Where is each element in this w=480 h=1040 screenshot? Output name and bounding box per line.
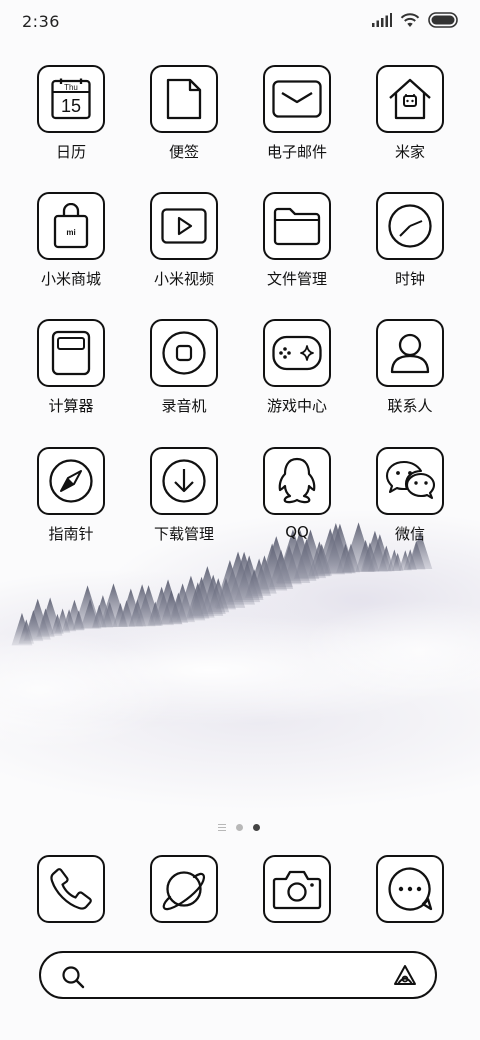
app-contacts[interactable]: 联系人 <box>355 319 465 429</box>
app-label: 电子邮件 <box>266 143 327 161</box>
app-label: 文件管理 <box>266 270 327 288</box>
messages-icon <box>388 867 433 911</box>
gamepad-icon <box>272 335 322 371</box>
app-recorder[interactable]: 录音机 <box>129 319 239 429</box>
app-notes[interactable]: 便签 <box>129 65 239 175</box>
clock-icon <box>388 204 432 248</box>
app-mi-store[interactable]: mi 小米商城 <box>16 192 126 302</box>
page-dot <box>236 824 243 831</box>
folder-icon <box>273 207 321 246</box>
search-icon[interactable] <box>61 965 85 989</box>
dock-camera[interactable] <box>242 855 352 965</box>
app-mi-home[interactable]: 米家 <box>355 65 465 175</box>
recorder-icon <box>162 331 206 375</box>
compass-icon <box>49 459 93 503</box>
app-video[interactable]: 小米视频 <box>129 192 239 302</box>
app-label: QQ <box>285 523 309 541</box>
app-label: 时钟 <box>394 270 425 288</box>
app-compass[interactable]: 指南针 <box>16 447 126 557</box>
email-icon <box>272 80 322 118</box>
app-label: 游戏中心 <box>266 397 327 415</box>
app-label: 下载管理 <box>153 525 214 543</box>
app-label: 计算器 <box>48 397 94 415</box>
dock-phone[interactable] <box>16 855 126 965</box>
video-icon <box>161 208 207 244</box>
app-label: 指南针 <box>48 525 94 543</box>
contacts-icon <box>390 333 430 374</box>
mi-home-icon <box>389 78 431 120</box>
app-label: 联系人 <box>387 397 433 415</box>
app-label: 便签 <box>168 143 199 161</box>
wechat-icon <box>385 460 435 500</box>
browser-icon <box>162 871 205 911</box>
calendar-day: Thu <box>64 83 78 92</box>
page-dot-active <box>253 824 260 831</box>
calculator-icon <box>51 330 91 376</box>
app-game-center[interactable]: 游戏中心 <box>242 319 352 429</box>
list-view-indicator-icon <box>218 824 226 831</box>
wifi-icon <box>400 12 420 27</box>
app-qq[interactable]: QQ <box>242 447 352 557</box>
qq-icon <box>278 457 316 504</box>
status-bar: 2:36 <box>0 0 480 44</box>
app-downloads[interactable]: 下载管理 <box>129 447 239 557</box>
app-label: 日历 <box>55 143 86 161</box>
app-label: 微信 <box>394 525 425 543</box>
app-wechat[interactable]: 微信 <box>355 447 465 557</box>
app-calendar[interactable]: Thu 15 日历 <box>16 65 126 175</box>
notes-icon <box>166 78 202 120</box>
battery-icon <box>428 12 458 28</box>
dock-browser[interactable] <box>129 855 239 965</box>
home-screen: 2:36 Thu 15 日历 便签 电子邮件 米家 mi 小米商城 小米视频 文… <box>0 0 480 1040</box>
app-clock[interactable]: 时钟 <box>355 192 465 302</box>
app-email[interactable]: 电子邮件 <box>242 65 352 175</box>
app-label: 小米商城 <box>40 270 101 288</box>
dock-messages[interactable] <box>355 855 465 965</box>
app-files[interactable]: 文件管理 <box>242 192 352 302</box>
app-label: 小米视频 <box>153 270 214 288</box>
app-label: 录音机 <box>161 397 207 415</box>
search-bar[interactable] <box>39 951 437 999</box>
assistant-icon[interactable] <box>393 964 417 988</box>
app-label: 米家 <box>394 143 425 161</box>
calendar-date: 15 <box>61 96 81 116</box>
status-time: 2:36 <box>22 12 60 31</box>
signal-icon <box>372 13 392 27</box>
app-calculator[interactable]: 计算器 <box>16 319 126 429</box>
phone-icon <box>50 868 92 910</box>
download-icon <box>162 459 206 503</box>
mi-store-badge: mi <box>66 228 75 237</box>
camera-icon <box>272 870 322 910</box>
page-indicator[interactable] <box>218 824 260 831</box>
mi-store-icon: mi <box>53 203 89 249</box>
calendar-icon: Thu 15 <box>51 78 91 120</box>
